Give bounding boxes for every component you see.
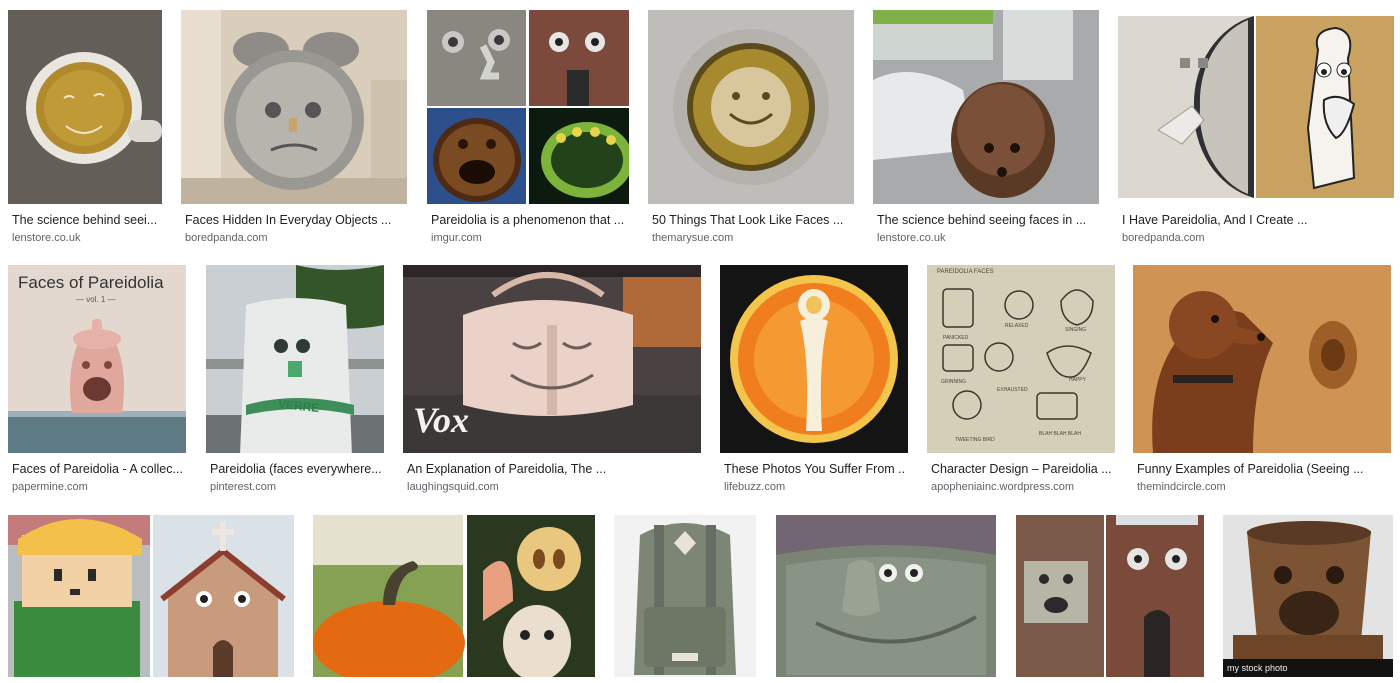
result-thumbnail[interactable]: Vox [403, 265, 701, 453]
result-card[interactable] [1016, 515, 1204, 677]
result-thumbnail[interactable]: my stock photo [1223, 515, 1393, 677]
result-source: lenstore.co.uk [877, 232, 946, 244]
result-title[interactable]: Funny Examples of Pareidolia (Seeing ... [1137, 462, 1389, 476]
result-source: lenstore.co.uk [12, 232, 81, 244]
result-source: lifebuzz.com [724, 481, 786, 493]
result-source: papermine.com [12, 481, 88, 493]
sketch-label: EXHAUSTED [997, 387, 1028, 393]
result-card[interactable] [313, 515, 595, 677]
result-thumbnail[interactable] [648, 10, 854, 204]
result-card[interactable]: I Have Pareidolia, And I Create ... bore… [1118, 10, 1394, 250]
result-thumbnail[interactable]: Faces of Pareidolia — vol. 1 — [8, 265, 186, 453]
result-thumbnail[interactable] [181, 10, 407, 204]
result-card[interactable] [614, 515, 756, 677]
book-title: Faces of Pareidolia [18, 273, 164, 292]
result-source: themindcircle.com [1137, 481, 1226, 493]
sketch-label: GRINNING [941, 379, 966, 385]
result-thumbnail[interactable] [776, 515, 996, 677]
result-source: boredpanda.com [185, 232, 268, 244]
result-card[interactable]: my stock photo [1223, 515, 1393, 677]
vox-logo: Vox [413, 400, 470, 440]
sketch-label: BLAH BLAH BLAH [1039, 431, 1081, 437]
result-source: pinterest.com [210, 481, 277, 493]
result-thumbnail[interactable] [8, 10, 162, 204]
result-thumbnail[interactable] [614, 515, 756, 677]
result-card[interactable] [776, 515, 996, 677]
result-thumbnail[interactable]: PAREIDOLIA FACES RELAXED SINGING PANICKE… [927, 265, 1115, 453]
result-title[interactable]: Character Design – Pareidolia ... [931, 462, 1113, 476]
result-card[interactable]: The science behind seeing faces in ... l… [873, 10, 1099, 250]
sketch-label: RELAXED [1005, 323, 1029, 329]
result-thumbnail[interactable] [427, 10, 629, 204]
result-title[interactable]: An Explanation of Pareidolia, The ... [407, 462, 699, 476]
result-title[interactable]: Pareidolia is a phenomenon that ... [431, 213, 627, 227]
result-card[interactable]: 50 Things That Look Like Faces ... thema… [648, 10, 854, 250]
stock-caption: my stock photo [1227, 663, 1288, 673]
sketch-label: SINGING [1065, 327, 1087, 333]
result-source: laughingsquid.com [407, 481, 499, 493]
result-thumbnail[interactable] [720, 265, 908, 453]
result-thumbnail[interactable] [1133, 265, 1391, 453]
sketch-label: HAPPY [1069, 377, 1086, 383]
sketch-header: PAREIDOLIA FACES [937, 269, 994, 275]
result-thumbnail[interactable] [313, 515, 595, 677]
result-thumbnail[interactable]: VERRE [206, 265, 384, 453]
result-thumbnail[interactable] [873, 10, 1099, 204]
result-source: themarysue.com [652, 232, 734, 244]
result-card[interactable]: The science behind seei... lenstore.co.u… [8, 10, 162, 250]
result-title[interactable]: The science behind seei... [12, 213, 158, 227]
sketch-label: PANICKED [943, 335, 969, 341]
result-title[interactable]: Faces of Pareidolia - A collec... [12, 462, 184, 476]
result-card[interactable] [8, 515, 294, 677]
result-card[interactable]: Funny Examples of Pareidolia (Seeing ...… [1133, 265, 1391, 500]
result-card[interactable]: Pareidolia is a phenomenon that ... imgu… [427, 10, 629, 250]
sketch-label: TWEETING BIRD [955, 437, 995, 443]
result-card[interactable]: Faces Hidden In Everyday Objects ... bor… [181, 10, 407, 250]
result-thumbnail[interactable] [1118, 10, 1394, 204]
result-card[interactable]: PAREIDOLIA FACES RELAXED SINGING PANICKE… [927, 265, 1115, 500]
result-title[interactable]: These Photos You Suffer From ... [724, 462, 906, 476]
book-subtitle: — vol. 1 — [76, 295, 116, 304]
result-source: boredpanda.com [1122, 232, 1205, 244]
result-card[interactable]: These Photos You Suffer From ... lifebuz… [720, 265, 908, 500]
result-title[interactable]: The science behind seeing faces in ... [877, 213, 1097, 227]
result-card[interactable]: VERRE Pareidolia (faces everywhere... pi… [206, 265, 384, 500]
result-source: apopheniainc.wordpress.com [931, 481, 1075, 493]
result-title[interactable]: Faces Hidden In Everyday Objects ... [185, 213, 405, 227]
result-title[interactable]: Pareidolia (faces everywhere... [210, 462, 382, 476]
result-title[interactable]: I Have Pareidolia, And I Create ... [1122, 213, 1392, 227]
result-thumbnail[interactable] [1016, 515, 1204, 677]
result-source: imgur.com [431, 232, 482, 244]
result-card[interactable]: Vox An Explanation of Pareidolia, The ..… [403, 265, 701, 500]
result-title[interactable]: 50 Things That Look Like Faces ... [652, 213, 852, 227]
result-card[interactable]: Faces of Pareidolia — vol. 1 — Faces of … [8, 265, 186, 500]
result-thumbnail[interactable] [8, 515, 294, 677]
